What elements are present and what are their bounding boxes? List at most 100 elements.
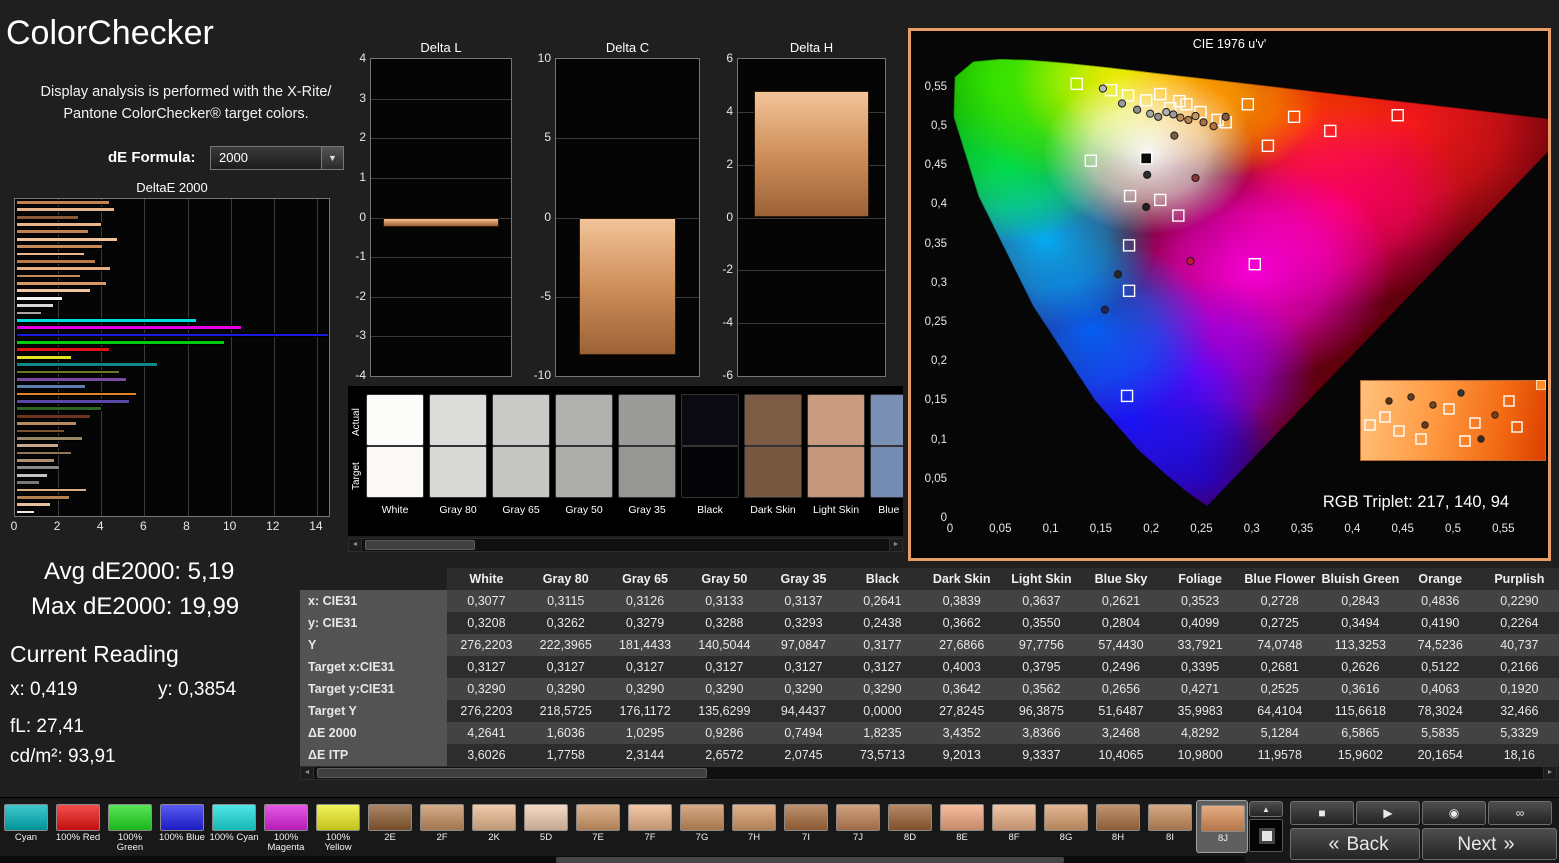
- patch-label: 8I: [1144, 833, 1196, 843]
- scroll-left-icon[interactable]: ◄: [301, 767, 314, 779]
- deltaE-bar: [16, 296, 63, 301]
- axis-tick-label: -1: [328, 249, 366, 263]
- axis-tick-label: 10: [218, 519, 242, 533]
- patch-button-2f[interactable]: 2F: [416, 800, 468, 853]
- patch-button-100-green[interactable]: 100% Green: [104, 800, 156, 853]
- table-cell: 20,1654: [1401, 744, 1480, 766]
- patch-button-2k[interactable]: 2K: [468, 800, 520, 853]
- axis-tick-label: 12: [261, 519, 285, 533]
- patch-button-8h[interactable]: 8H: [1092, 800, 1144, 853]
- axis-tick-label: -5: [513, 289, 551, 303]
- patch-button-100-magenta[interactable]: 100% Magenta: [260, 800, 312, 853]
- patch-swatch: [212, 804, 256, 831]
- axis-tick-label: 0,4: [913, 198, 947, 210]
- table-cell: 74,0748: [1240, 634, 1320, 656]
- toolbar-scrollbar[interactable]: [0, 856, 1245, 863]
- axis-tick-label: 0,15: [1081, 523, 1121, 535]
- display-toggle-button[interactable]: [1249, 819, 1283, 852]
- stop-button[interactable]: ■: [1290, 801, 1354, 825]
- patch-button-7e[interactable]: 7E: [572, 800, 624, 853]
- de-formula-dropdown[interactable]: 2000 ▼: [210, 146, 344, 170]
- patch-button-5d[interactable]: 5D: [520, 800, 572, 853]
- cie-measurement-dot: [1187, 257, 1194, 264]
- patch-button-7j[interactable]: 7J: [832, 800, 884, 853]
- table-cell: 57,4430: [1081, 634, 1160, 656]
- swatch-strip-patches: WhiteGray 80Gray 65Gray 50Gray 35BlackDa…: [366, 386, 903, 536]
- swatch-strip-scrollbar[interactable]: ◄ ►: [348, 538, 903, 552]
- patch-button-cyan[interactable]: Cyan: [0, 800, 52, 853]
- back-button[interactable]: «Back: [1290, 828, 1420, 860]
- deltaE-bar: [16, 207, 115, 212]
- swatch-label: Blue Sky: [870, 504, 903, 516]
- patch-button-8f[interactable]: 8F: [988, 800, 1040, 853]
- patch-button-100-red[interactable]: 100% Red: [52, 800, 104, 853]
- patch-label: 2K: [468, 833, 520, 843]
- patch-button-7g[interactable]: 7G: [676, 800, 728, 853]
- axis-tick-label: 6: [695, 51, 733, 65]
- patch-button-8j[interactable]: 8J: [1196, 800, 1248, 853]
- record-button[interactable]: ◉: [1422, 801, 1486, 825]
- patch-button-100-cyan[interactable]: 100% Cyan: [208, 800, 260, 853]
- patch-button-7i[interactable]: 7I: [780, 800, 832, 853]
- scrollbar-thumb[interactable]: [317, 768, 707, 778]
- patch-swatch: [472, 804, 516, 831]
- axis-tick-label: 0,3: [913, 277, 947, 289]
- axis-tick-label: -4: [328, 368, 366, 382]
- patch-button-100-blue[interactable]: 100% Blue: [156, 800, 208, 853]
- deltaE-bar: [16, 488, 87, 493]
- scrollbar-thumb[interactable]: [365, 540, 475, 550]
- patch-button-7f[interactable]: 7F: [624, 800, 676, 853]
- swatch-patch: Gray 65: [492, 394, 550, 526]
- reading-y-value: y: 0,3854: [158, 679, 236, 701]
- de-formula-value: 2000: [219, 150, 248, 165]
- patch-swatch: [1044, 804, 1088, 831]
- patch-button-8g[interactable]: 8G: [1040, 800, 1092, 853]
- next-button[interactable]: Next»: [1422, 828, 1557, 860]
- table-cell: 6,5865: [1320, 722, 1401, 744]
- patch-swatch: [264, 804, 308, 831]
- actual-row-label: Actual: [351, 396, 362, 448]
- axis-tick-label: 0,05: [980, 523, 1020, 535]
- scroll-left-icon[interactable]: ◄: [349, 539, 362, 551]
- play-button[interactable]: ▶: [1356, 801, 1420, 825]
- patch-label: 7E: [572, 833, 624, 843]
- patch-button-8e[interactable]: 8E: [936, 800, 988, 853]
- table-cell: 276,2203: [447, 634, 526, 656]
- deltaE-bar: [16, 200, 110, 205]
- cie-measurement-dot: [1492, 412, 1498, 418]
- table-cell: 218,5725: [526, 700, 605, 722]
- back-chevrons-icon: «: [1328, 833, 1339, 855]
- cie-inset-zoom[interactable]: [1360, 380, 1546, 461]
- deltaE-bar: [16, 465, 60, 470]
- table-cell: 18,16: [1480, 744, 1559, 766]
- actual-swatch: [555, 394, 613, 446]
- scroll-right-icon[interactable]: ►: [1543, 767, 1556, 779]
- axis-tick-label: 3: [328, 91, 366, 105]
- deltaE-bar: [16, 229, 89, 234]
- column-header: Black: [843, 568, 922, 590]
- patch-button-100-yellow[interactable]: 100% Yellow: [312, 800, 364, 853]
- scroll-right-icon[interactable]: ►: [889, 539, 902, 551]
- table-cell: 0,3127: [843, 656, 922, 678]
- scroll-up-button[interactable]: ▲: [1249, 801, 1283, 817]
- delta-c-chart: [555, 58, 700, 377]
- axis-tick-label: -3: [328, 328, 366, 342]
- table-cell: 135,6299: [685, 700, 764, 722]
- gridline: [738, 270, 885, 271]
- patch-button-7h[interactable]: 7H: [728, 800, 780, 853]
- axis-tick-label: 0,35: [1282, 523, 1322, 535]
- table-cell: 113,3253: [1320, 634, 1401, 656]
- swatch-patch: Gray 80: [429, 394, 487, 526]
- patch-button-2e[interactable]: 2E: [364, 800, 416, 853]
- patch-button-8d[interactable]: 8D: [884, 800, 936, 853]
- patch-swatch: [1096, 804, 1140, 831]
- scrollbar-thumb[interactable]: [556, 857, 1064, 863]
- rgb-triplet-readout: RGB Triplet: 217, 140, 94: [1291, 493, 1541, 512]
- table-scrollbar[interactable]: ◄ ►: [300, 766, 1557, 780]
- deltaE-bar: [16, 266, 111, 271]
- table-row: y: CIE310,32080,32620,32790,32880,32930,…: [300, 612, 1559, 634]
- infinity-button[interactable]: ∞: [1488, 801, 1552, 825]
- patch-label: 8F: [988, 833, 1040, 843]
- row-label: Target Y: [300, 700, 447, 722]
- patch-button-8i[interactable]: 8I: [1144, 800, 1196, 853]
